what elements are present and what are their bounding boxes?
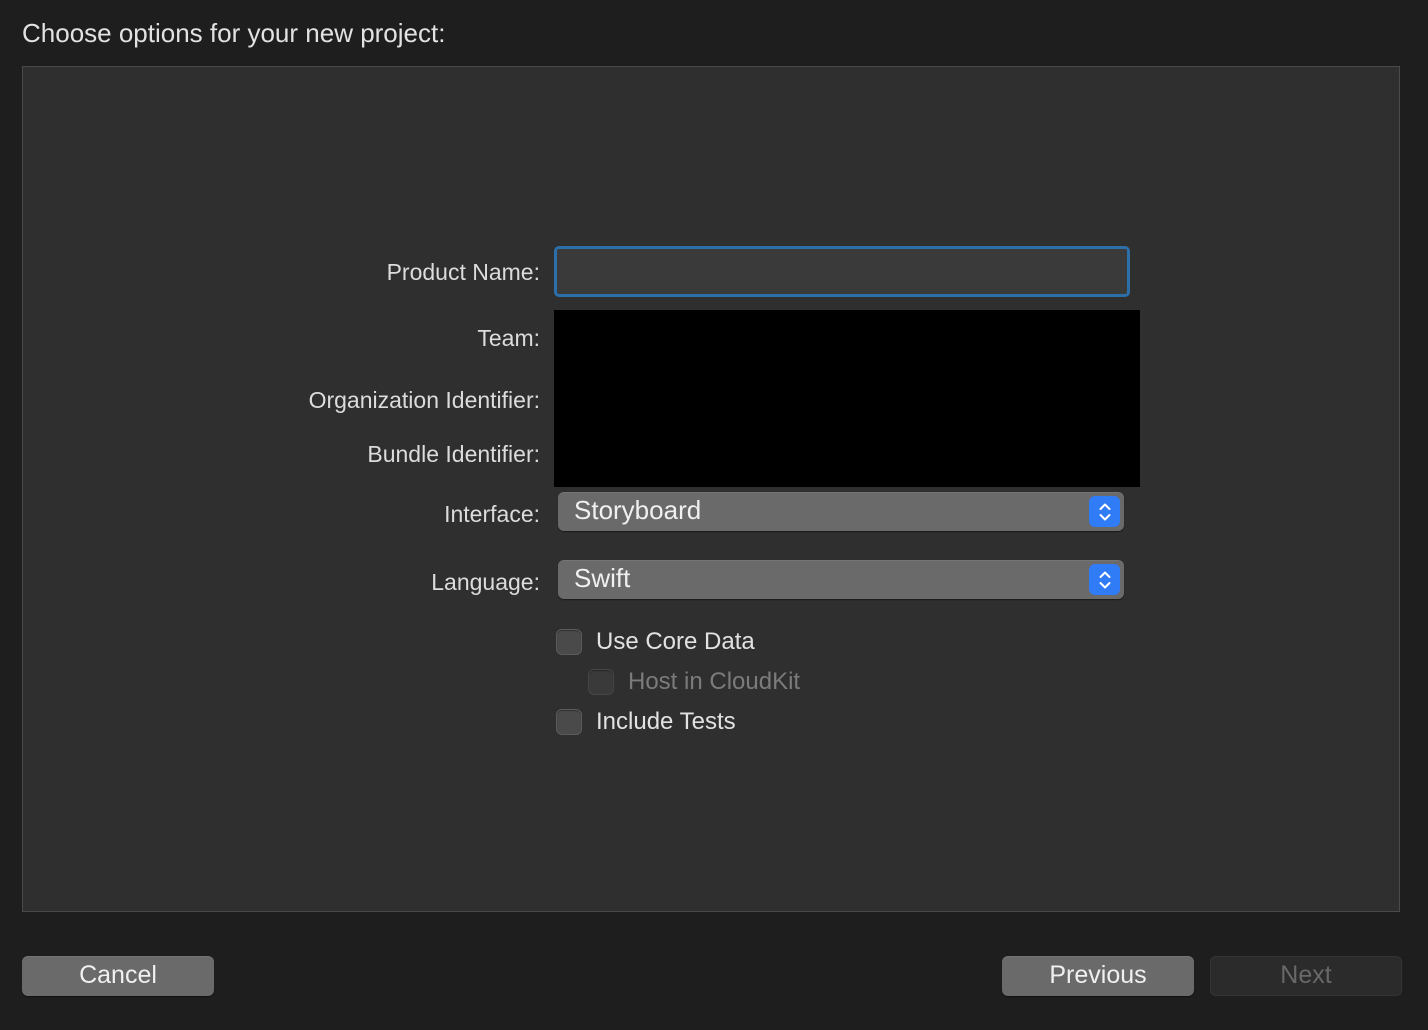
chevron-up-down-icon: [1089, 496, 1120, 527]
interface-label: Interface:: [444, 501, 540, 527]
language-label: Language:: [431, 569, 540, 595]
host-in-cloudkit-option: Host in CloudKit: [588, 667, 800, 697]
dialog-title: Choose options for your new project:: [22, 18, 446, 48]
use-core-data-label[interactable]: Use Core Data: [596, 628, 755, 656]
host-in-cloudkit-checkbox: [588, 669, 614, 695]
include-tests-label[interactable]: Include Tests: [596, 708, 736, 736]
use-core-data-checkbox[interactable]: [556, 629, 582, 655]
host-in-cloudkit-label: Host in CloudKit: [628, 668, 801, 695]
product-name-input[interactable]: [554, 246, 1130, 297]
redacted-identifier-values: [554, 310, 1140, 487]
options-panel: [22, 66, 1400, 912]
interface-popup[interactable]: Storyboard: [558, 492, 1124, 531]
language-selected-value: Swift: [574, 563, 631, 593]
chevron-up-down-icon: [1089, 564, 1120, 595]
language-popup[interactable]: Swift: [558, 560, 1124, 599]
product-name-label: Product Name:: [386, 259, 540, 285]
include-tests-option[interactable]: Include Tests: [556, 707, 736, 737]
cancel-button[interactable]: Cancel: [22, 956, 214, 996]
bundle-identifier-label: Bundle Identifier:: [367, 441, 540, 467]
organization-identifier-label: Organization Identifier:: [308, 387, 540, 413]
previous-button[interactable]: Previous: [1002, 956, 1194, 996]
use-core-data-option[interactable]: Use Core Data: [556, 627, 755, 657]
interface-selected-value: Storyboard: [574, 495, 702, 525]
include-tests-checkbox[interactable]: [556, 709, 582, 735]
team-label: Team:: [477, 325, 540, 351]
next-button: Next: [1210, 956, 1402, 996]
